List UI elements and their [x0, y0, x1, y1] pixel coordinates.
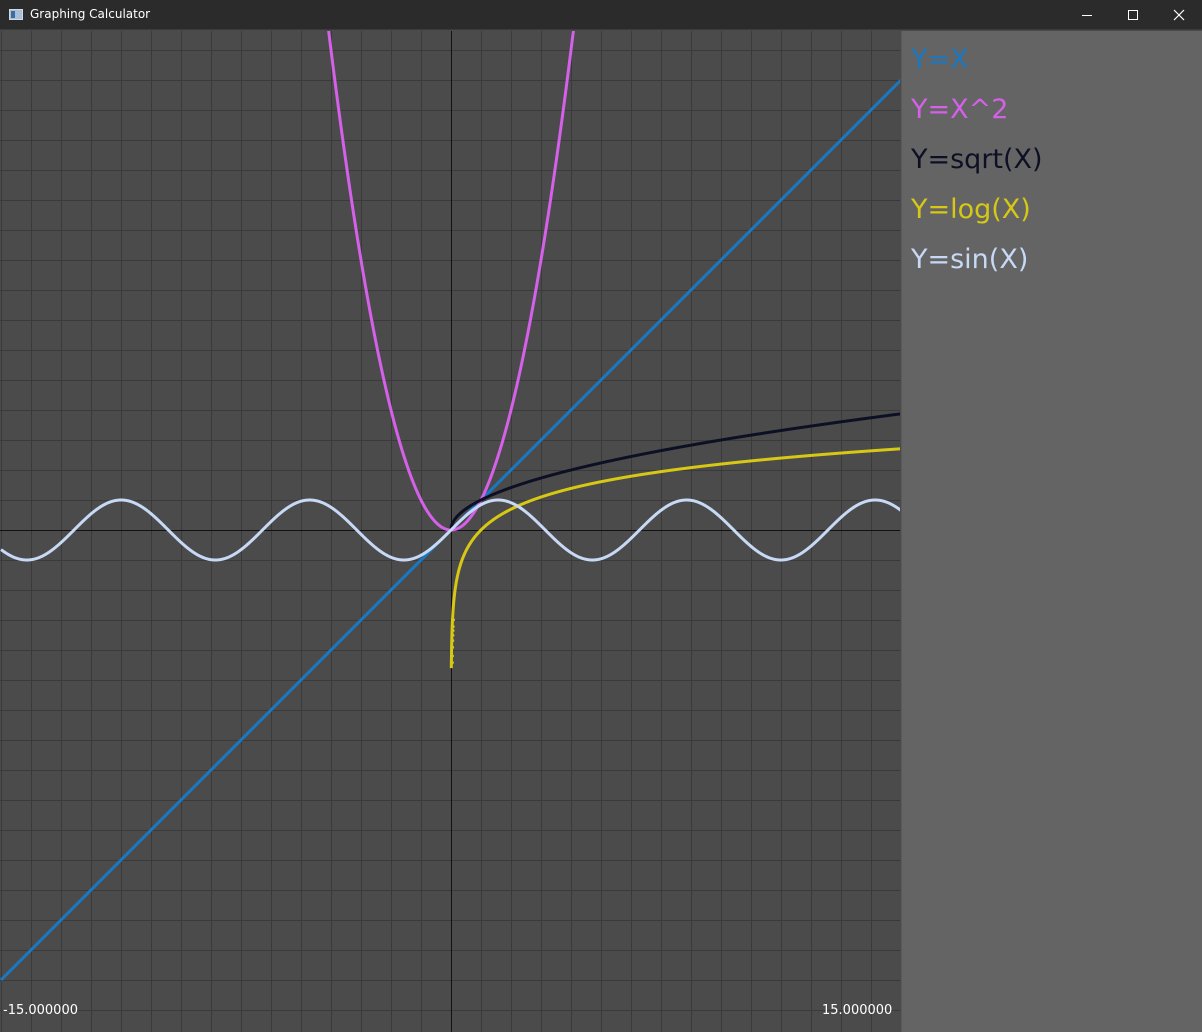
- series-point: [451, 629, 455, 633]
- series-point: [452, 618, 455, 622]
- maximize-button[interactable]: [1110, 0, 1156, 30]
- series-point: [451, 645, 455, 649]
- minimize-icon: [1082, 15, 1092, 16]
- graph-canvas[interactable]: -15.000000 15.000000: [0, 31, 900, 1032]
- function-item[interactable]: Y=X: [911, 44, 969, 76]
- app-window-icon: [9, 9, 23, 20]
- graph-svg[interactable]: [0, 31, 900, 1032]
- window-title: Graphing Calculator: [30, 7, 151, 21]
- function-item[interactable]: Y=X^2: [911, 94, 1008, 126]
- function-item[interactable]: Y=sqrt(X): [911, 144, 1043, 176]
- minimize-button[interactable]: [1064, 0, 1110, 30]
- x-min-label: -15.000000: [3, 1003, 78, 1018]
- title-bar[interactable]: Graphing Calculator: [0, 0, 1202, 30]
- function-item[interactable]: Y=sin(X): [911, 244, 1028, 276]
- series-point: [451, 639, 455, 643]
- series-point: [451, 625, 455, 629]
- maximize-icon: [1128, 10, 1138, 20]
- function-list-panel: Y=X Y=X^2 Y=sqrt(X) Y=log(X) Y=sin(X): [901, 31, 1202, 1032]
- close-icon: [1173, 9, 1185, 21]
- x-max-label: 15.000000: [822, 1003, 893, 1018]
- app-window: Graphing Calculator -15.000000 15.000000: [0, 0, 1202, 1032]
- close-button[interactable]: [1156, 0, 1202, 30]
- series-point: [451, 633, 455, 637]
- series-point: [450, 654, 454, 658]
- series-point: [450, 661, 454, 665]
- function-item[interactable]: Y=log(X): [911, 194, 1031, 226]
